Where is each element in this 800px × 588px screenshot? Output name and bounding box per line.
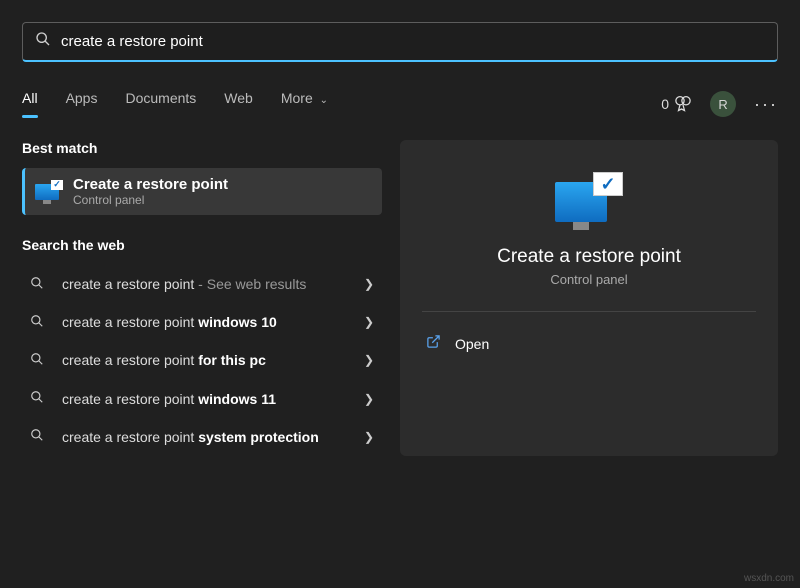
best-match-heading: Best match bbox=[22, 140, 382, 156]
open-external-icon bbox=[426, 334, 441, 353]
open-label: Open bbox=[455, 336, 489, 352]
search-icon bbox=[35, 31, 51, 52]
tab-more-label: More bbox=[281, 90, 313, 106]
tab-documents[interactable]: Documents bbox=[125, 90, 196, 118]
search-icon bbox=[30, 276, 50, 293]
watermark: wsxdn.com bbox=[744, 573, 794, 584]
tab-more[interactable]: More ⌄ bbox=[281, 90, 328, 118]
web-suggestion-text: create a restore point windows 11 bbox=[62, 390, 364, 408]
web-suggestion[interactable]: create a restore point - See web results… bbox=[22, 265, 382, 303]
search-web-heading: Search the web bbox=[22, 237, 382, 253]
tab-all[interactable]: All bbox=[22, 90, 38, 118]
chevron-right-icon: ❯ bbox=[364, 392, 374, 406]
tab-apps[interactable]: Apps bbox=[66, 90, 98, 118]
search-icon bbox=[30, 352, 50, 369]
tab-web[interactable]: Web bbox=[224, 90, 253, 118]
preview-title: Create a restore point bbox=[422, 246, 756, 268]
search-icon bbox=[30, 314, 50, 331]
more-options-button[interactable]: ··· bbox=[754, 94, 778, 115]
web-suggestion[interactable]: create a restore point windows 11 ❯ bbox=[22, 380, 382, 418]
web-suggestion[interactable]: create a restore point for this pc ❯ bbox=[22, 341, 382, 379]
system-restore-icon: ✓ bbox=[35, 180, 63, 204]
search-icon bbox=[30, 428, 50, 445]
preview-subtitle: Control panel bbox=[422, 272, 756, 287]
chevron-right-icon: ❯ bbox=[364, 353, 374, 367]
web-suggestion-text: create a restore point system protection bbox=[62, 428, 364, 446]
web-suggestion[interactable]: create a restore point system protection… bbox=[22, 418, 382, 456]
chevron-down-icon: ⌄ bbox=[320, 95, 328, 106]
filter-tabs: All Apps Documents Web More ⌄ 0 R ··· bbox=[22, 90, 778, 118]
avatar-initial: R bbox=[718, 97, 727, 112]
web-suggestion[interactable]: create a restore point windows 10 ❯ bbox=[22, 303, 382, 341]
web-suggestion-text: create a restore point windows 10 bbox=[62, 313, 364, 331]
chevron-right-icon: ❯ bbox=[364, 277, 374, 291]
search-input[interactable] bbox=[61, 33, 765, 50]
divider bbox=[422, 311, 756, 312]
system-restore-icon: ✓ bbox=[555, 172, 623, 230]
preview-panel: ✓ Create a restore point Control panel O… bbox=[400, 140, 778, 456]
rewards-icon bbox=[674, 94, 692, 115]
best-match-title: Create a restore point bbox=[73, 176, 228, 193]
search-bar[interactable] bbox=[22, 22, 778, 62]
rewards-points[interactable]: 0 bbox=[661, 94, 692, 115]
chevron-right-icon: ❯ bbox=[364, 315, 374, 329]
web-suggestion-text: create a restore point - See web results bbox=[62, 275, 364, 293]
web-suggestion-text: create a restore point for this pc bbox=[62, 351, 364, 369]
points-value: 0 bbox=[661, 96, 669, 112]
search-icon bbox=[30, 390, 50, 407]
best-match-result[interactable]: ✓ Create a restore point Control panel bbox=[22, 168, 382, 215]
user-avatar[interactable]: R bbox=[710, 91, 736, 117]
best-match-subtitle: Control panel bbox=[73, 193, 228, 207]
chevron-right-icon: ❯ bbox=[364, 430, 374, 444]
open-action[interactable]: Open bbox=[422, 326, 756, 361]
